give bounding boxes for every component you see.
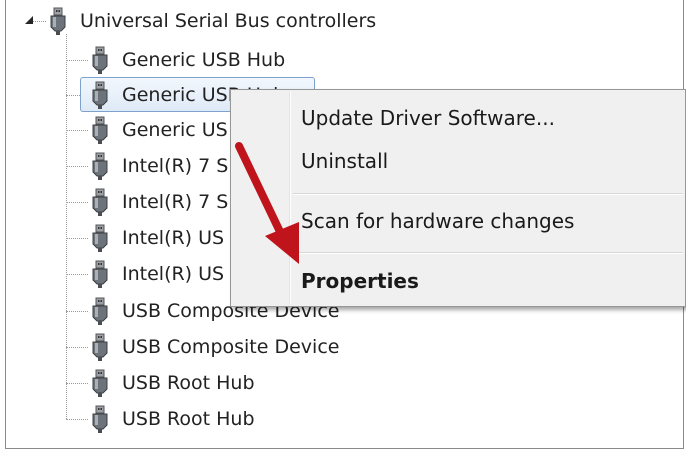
menu-item-label: Properties: [301, 269, 419, 293]
usb-plug-icon: [92, 224, 108, 252]
tree-category-usb-controllers[interactable]: Universal Serial Bus controllers: [48, 6, 376, 36]
menu-separator: [293, 193, 683, 195]
device-label: USB Root Hub: [122, 372, 255, 394]
tree-connector: [66, 238, 88, 239]
tree-connector: [66, 130, 88, 131]
usb-plug-icon: [92, 260, 108, 288]
usb-plug-icon: [50, 7, 66, 35]
device-label: Intel(R) 7 S: [122, 191, 229, 213]
tree-device-item[interactable]: USB Root Hub: [90, 368, 255, 398]
collapse-triangle-icon[interactable]: [24, 15, 34, 25]
usb-plug-icon: [92, 369, 108, 397]
tree-device-item[interactable]: Intel(R) 7 S: [90, 151, 228, 181]
device-label: USB Root Hub: [122, 408, 255, 430]
tree-connector: [66, 60, 88, 61]
usb-plug-icon: [92, 46, 108, 74]
tree-device-item[interactable]: Generic US: [90, 115, 228, 145]
context-menu: Update Driver Software... Uninstall Scan…: [230, 89, 686, 307]
tree-device-item[interactable]: Generic USB Hub: [90, 45, 285, 75]
device-label: Intel(R) 7 S: [122, 155, 229, 177]
menu-item-scan-hardware[interactable]: Scan for hardware changes: [297, 201, 681, 241]
menu-separator: [293, 252, 683, 254]
tree-device-item[interactable]: Intel(R) 7 S: [90, 187, 228, 217]
usb-plug-icon: [92, 188, 108, 216]
tree-device-item[interactable]: USB Composite Device: [90, 332, 339, 362]
tree-connector: [66, 419, 88, 420]
device-label: USB Composite Device: [122, 336, 340, 358]
usb-plug-icon: [92, 116, 108, 144]
tree-connector: [66, 311, 88, 312]
device-label: Generic USB Hub: [122, 49, 286, 71]
tree-connector: [66, 166, 88, 167]
category-label: Universal Serial Bus controllers: [80, 10, 377, 32]
menu-icon-gutter: [289, 92, 291, 304]
tree-device-item[interactable]: Intel(R) US: [90, 223, 224, 253]
menu-item-label: Scan for hardware changes: [301, 209, 575, 233]
device-label: Intel(R) US: [122, 227, 225, 249]
menu-item-properties[interactable]: Properties: [297, 261, 681, 301]
usb-plug-icon: [92, 333, 108, 361]
usb-plug-icon: [92, 405, 108, 433]
menu-item-label: Update Driver Software...: [301, 106, 555, 130]
tree-connector: [32, 21, 46, 22]
usb-plug-icon: [92, 297, 108, 325]
tree-connector: [66, 383, 88, 384]
menu-item-update-driver[interactable]: Update Driver Software...: [297, 98, 681, 138]
device-label: Generic US: [122, 119, 228, 141]
tree-device-item[interactable]: USB Root Hub: [90, 404, 255, 434]
tree-device-item[interactable]: Intel(R) US: [90, 259, 224, 289]
usb-plug-icon: [92, 152, 108, 180]
menu-item-uninstall[interactable]: Uninstall: [297, 141, 681, 181]
usb-plug-icon: [92, 81, 108, 109]
tree-connector: [66, 347, 88, 348]
device-label: Intel(R) US: [122, 263, 225, 285]
tree-connector: [66, 202, 88, 203]
tree-connector-vertical: [66, 34, 67, 419]
tree-connector: [66, 274, 88, 275]
menu-item-label: Uninstall: [301, 149, 389, 173]
